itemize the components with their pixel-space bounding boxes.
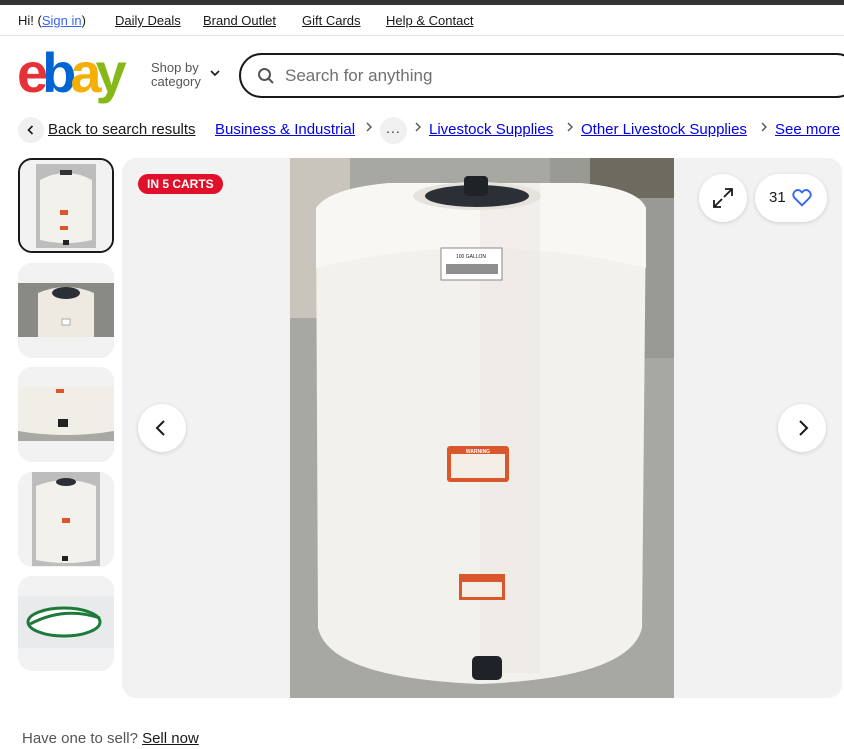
in-carts-badge: IN 5 CARTS [138,174,223,194]
image-gallery: 100 GALLON WARNING IN 5 CARTS 31 [122,158,842,698]
crumb-see-more[interactable]: See more [775,121,840,138]
next-image-button[interactable] [778,404,826,452]
crumb-other-livestock-supplies[interactable]: Other Livestock Supplies [581,121,747,138]
previous-image-button[interactable] [138,404,186,452]
chevron-down-icon [210,70,220,77]
thumbnail-4[interactable] [18,472,114,567]
shop-by-category-button[interactable]: Shop by category [151,61,201,89]
logo-letter-b: b [42,41,76,104]
help-contact-link[interactable]: Help & Contact [386,13,473,28]
chevron-left-icon [155,420,165,436]
boyds-equipment-logo-thumbnail [18,576,114,671]
logo-letter-e: e [17,41,48,104]
logo-letter-a: a [70,41,101,104]
back-to-search-link[interactable]: Back to search results [48,121,196,138]
daily-deals-link[interactable]: Daily Deals [115,13,181,28]
sell-now-link[interactable]: Sell now [142,730,199,747]
ebay-logo[interactable]: ebay [17,41,137,104]
tank-label-text: 100 GALLON [456,254,486,260]
sell-prompt: Have one to sell? Sell now [22,730,199,747]
sell-prefix: Have one to sell? [22,730,138,747]
tank-top-thumbnail-image [18,263,114,358]
watch-button[interactable]: 31 [755,174,827,222]
greeting-suffix: ) [81,13,86,28]
breadcrumb: Back to search results Business & Indust… [0,116,844,144]
sign-in-link[interactable]: Sign in [42,13,82,28]
chevron-right-icon [567,122,573,132]
chevron-right-icon [799,420,809,436]
chevron-left-icon [27,125,34,135]
logo-letter-y: y [95,41,127,104]
water-tank-main-image[interactable]: 100 GALLON WARNING [290,158,674,698]
greeting: Hi! (Sign in) [18,13,86,28]
shop-by-line1: Shop by [151,60,199,75]
back-button[interactable] [18,117,44,143]
thumbnail-2[interactable] [18,263,114,358]
search-icon [258,68,274,84]
shop-by-line2: category [151,74,201,89]
greeting-prefix: Hi! ( [18,13,42,28]
chevron-right-icon [761,122,767,132]
crumb-business-industrial[interactable]: Business & Industrial [215,121,355,138]
thumbnail-1[interactable] [18,158,114,253]
tank-side-thumbnail-image [18,472,114,567]
watch-count: 31 [769,189,786,206]
search-box[interactable] [239,53,844,98]
expand-icon [713,188,733,208]
tank-bottom-thumbnail-image [18,367,114,462]
heart-icon [792,189,812,207]
fullscreen-button[interactable] [699,174,747,222]
chevron-right-icon [415,122,421,132]
brand-outlet-link[interactable]: Brand Outlet [203,13,276,28]
warning-label-text: WARNING [466,449,490,455]
more-crumbs-button[interactable]: ... [380,117,407,144]
chevron-right-icon [366,122,372,132]
search-input[interactable] [285,64,825,88]
thumbnail-3[interactable] [18,367,114,462]
tank-thumbnail-image [20,160,112,251]
top-nav: Hi! (Sign in) Daily Deals Brand Outlet G… [0,5,844,36]
gift-cards-link[interactable]: Gift Cards [302,13,361,28]
thumbnail-5[interactable] [18,576,114,671]
crumb-livestock-supplies[interactable]: Livestock Supplies [429,121,553,138]
